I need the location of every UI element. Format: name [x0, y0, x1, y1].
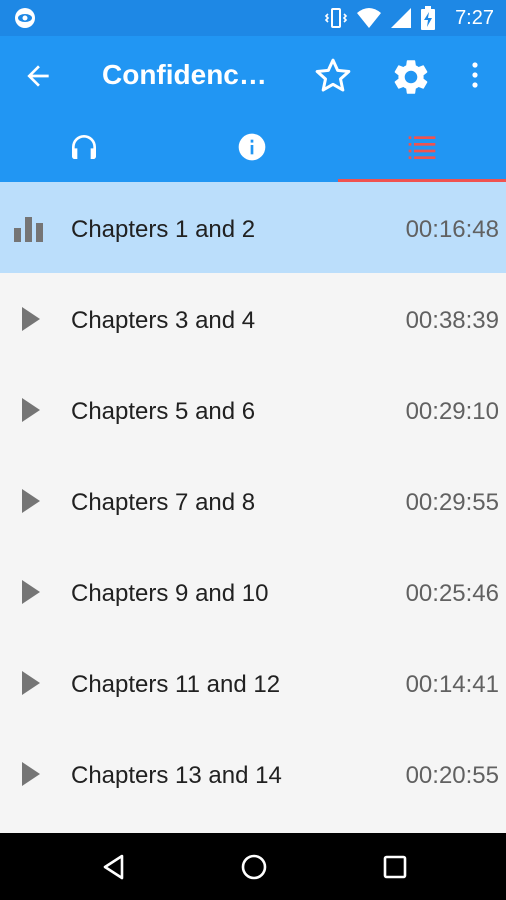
list-icon	[406, 131, 438, 168]
chapter-title: Chapters 5 and 6	[71, 398, 256, 425]
play-icon	[14, 669, 44, 697]
chapter-title: Chapters 11 and 12	[71, 671, 281, 698]
chapter-row[interactable]: Chapters 7 and 8 00:29:55	[0, 455, 506, 546]
wifi-icon	[356, 7, 382, 34]
system-nav-bar	[0, 833, 506, 900]
chapter-row[interactable]: Chapters 3 and 4 00:38:39	[0, 273, 506, 364]
back-arrow-icon[interactable]	[22, 60, 54, 97]
chapter-duration: 00:29:10	[405, 398, 499, 425]
chapter-row[interactable]: Chapters 5 and 6 00:29:10	[0, 364, 506, 455]
chapter-list: Chapters 1 and 2 00:16:48 Chapters 3 and…	[0, 182, 506, 833]
chapter-title: Chapters 3 and 4	[71, 307, 256, 334]
chapter-duration: 00:29:55	[405, 489, 499, 516]
tab-chapters[interactable]	[338, 116, 506, 182]
play-icon	[14, 487, 44, 515]
play-icon	[14, 396, 44, 424]
headphones-icon	[68, 131, 100, 168]
chapter-duration: 00:25:46	[405, 580, 499, 607]
chapter-title: Chapters 9 and 10	[71, 580, 269, 607]
chapter-title: Chapters 13 and 14	[71, 762, 282, 789]
tab-player[interactable]	[0, 116, 168, 182]
vibrate-icon	[324, 6, 348, 35]
more-vertical-icon[interactable]	[462, 58, 488, 97]
play-icon	[14, 760, 44, 788]
recents-square-icon[interactable]	[381, 853, 409, 886]
home-circle-icon[interactable]	[240, 853, 268, 886]
gear-icon[interactable]	[390, 56, 432, 103]
star-outline-icon[interactable]	[313, 56, 353, 101]
app-bar: Confidence-…	[0, 36, 506, 116]
back-triangle-icon[interactable]	[100, 853, 128, 886]
chapter-row[interactable]: Chapters 11 and 12 00:14:41	[0, 637, 506, 728]
chapter-title: Chapters 7 and 8	[71, 489, 256, 516]
chapter-duration: 00:38:39	[405, 307, 499, 334]
chapter-duration: 00:16:48	[405, 216, 499, 243]
signal-icon	[390, 7, 412, 34]
chapter-title: Chapters 1 and 2	[71, 216, 256, 243]
page-title: Confidence-…	[102, 59, 282, 90]
battery-charging-icon	[420, 6, 436, 35]
status-bar: 7:27	[0, 0, 506, 36]
equalizer-icon	[14, 214, 44, 242]
tab-bar	[0, 116, 506, 182]
chapter-row[interactable]: Chapters 9 and 10 00:25:46	[0, 546, 506, 637]
chapter-row[interactable]: Chapters 13 and 14 00:20:55	[0, 728, 506, 819]
status-time: 7:27	[455, 7, 494, 29]
chapter-duration: 00:14:41	[405, 671, 499, 698]
chapter-row[interactable]: Chapters 1 and 2 00:16:48	[0, 182, 506, 273]
tab-info[interactable]	[168, 116, 336, 182]
status-icons	[324, 6, 436, 35]
play-icon	[14, 305, 44, 333]
play-icon	[14, 578, 44, 606]
info-icon	[236, 131, 268, 168]
app-notification-icon	[12, 6, 38, 35]
chapter-duration: 00:20:55	[405, 762, 499, 789]
